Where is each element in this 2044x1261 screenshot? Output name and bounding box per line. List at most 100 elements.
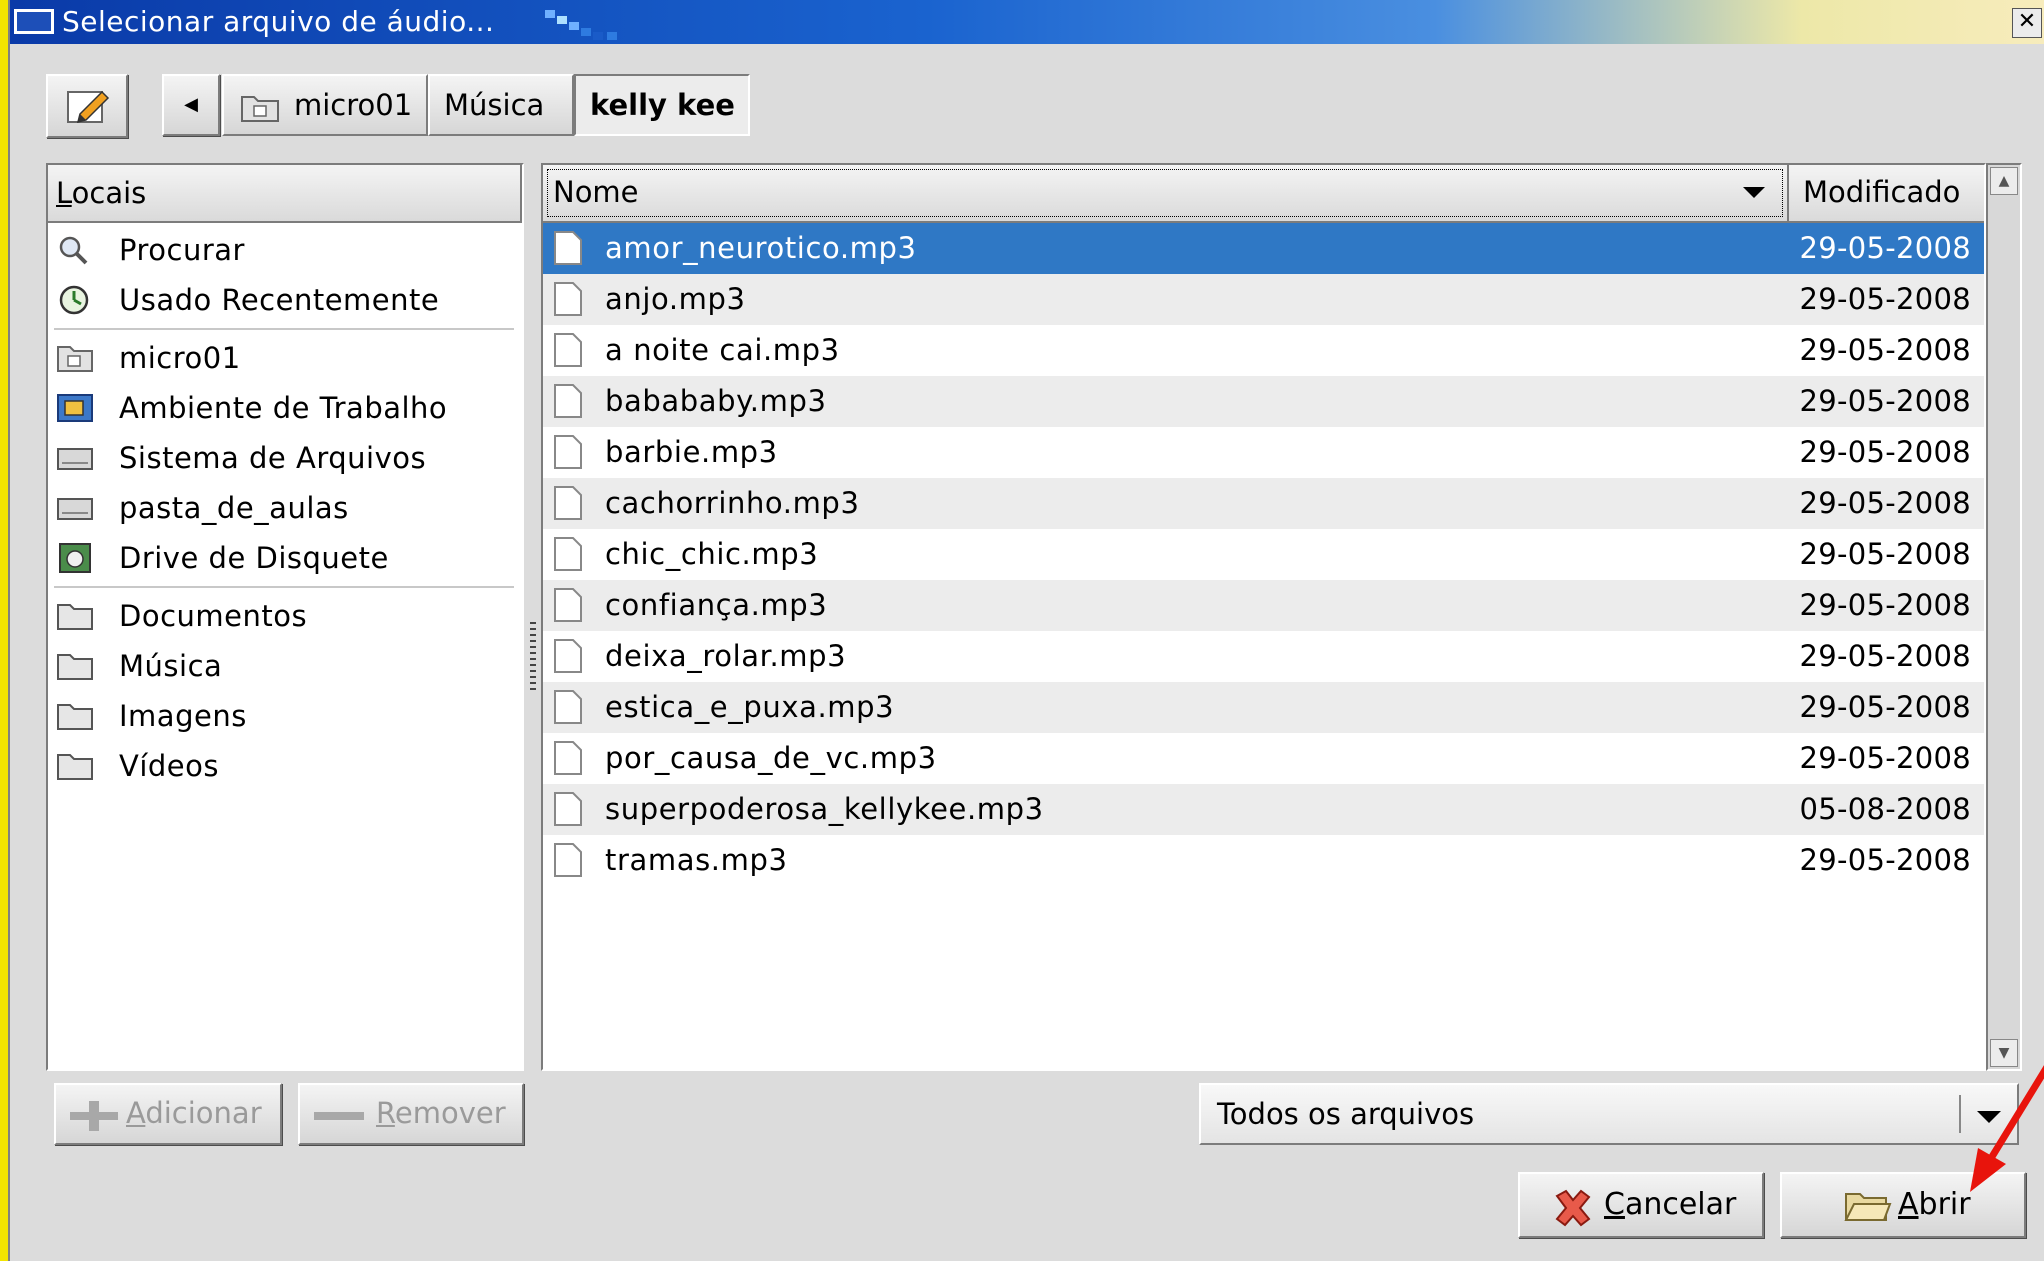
file-name: deixa_rolar.mp3 [605, 639, 847, 673]
file-row[interactable]: chic_chic.mp3 29-05-2008 [543, 529, 1984, 580]
place-imagens[interactable]: Imagens [48, 691, 522, 741]
place-documentos[interactable]: Documentos [48, 591, 522, 641]
focus-ring [547, 169, 1783, 217]
file-row[interactable]: tramas.mp3 29-05-2008 [543, 835, 1984, 886]
open-button-mnemonic: A [1898, 1187, 1919, 1222]
scroll-up-icon[interactable]: ▲ [1990, 167, 2018, 195]
file-date: 29-05-2008 [1799, 639, 1971, 673]
document-icon [554, 741, 582, 775]
floppy-icon [59, 543, 91, 573]
window-title: Selecionar arquivo de áudio... [62, 5, 495, 38]
file-row[interactable]: barbie.mp3 29-05-2008 [543, 427, 1984, 478]
document-icon [554, 792, 582, 826]
filter-selected-value: Todos os arquivos [1217, 1097, 1475, 1131]
place-musica[interactable]: Música [48, 641, 522, 691]
remove-button-label: emover [394, 1096, 506, 1130]
file-date: 29-05-2008 [1799, 537, 1971, 571]
pencil-icon [67, 90, 110, 124]
place-drive-de-disquete[interactable]: Drive de Disquete [48, 533, 522, 583]
places-panel: Locais Procurar Usado Recentemente micro… [46, 163, 524, 1071]
add-button-mnemonic: A [126, 1096, 146, 1130]
folder-icon [57, 654, 93, 680]
file-row[interactable]: superpoderosa_kellykee.mp3 05-08-2008 [543, 784, 1984, 835]
file-list: Nome Modificado amor_neurotico.mp3 29-05… [541, 163, 1986, 1071]
close-button[interactable]: ✕ [2012, 8, 2042, 38]
document-icon [554, 333, 582, 367]
file-date: 29-05-2008 [1799, 486, 1971, 520]
file-row[interactable]: por_causa_de_vc.mp3 29-05-2008 [543, 733, 1984, 784]
file-chooser-dialog: Selecionar arquivo de áudio... ✕ ◀ micro… [8, 0, 2044, 1261]
annotation-arrow-icon [1970, 1065, 2044, 1192]
titlebar-decoration-icon [545, 10, 617, 40]
file-row[interactable]: confiança.mp3 29-05-2008 [543, 580, 1984, 631]
place-procurar[interactable]: Procurar [48, 225, 522, 275]
file-date: 29-05-2008 [1799, 588, 1971, 622]
path-scroll-left-button[interactable]: ◀ [162, 74, 220, 136]
file-name: confiança.mp3 [605, 588, 828, 622]
place-label: Música [119, 649, 223, 683]
home-folder-icon [57, 346, 93, 372]
file-row[interactable]: cachorrinho.mp3 29-05-2008 [543, 478, 1984, 529]
remove-bookmark-button[interactable]: Remover [298, 1083, 524, 1145]
drive-icon [57, 448, 93, 470]
file-date: 05-08-2008 [1799, 792, 1971, 826]
minus-icon [314, 1112, 364, 1120]
document-icon [554, 843, 582, 877]
file-name: superpoderosa_kellykee.mp3 [605, 792, 1044, 826]
folder-icon [57, 704, 93, 730]
file-date: 29-05-2008 [1799, 231, 1971, 265]
file-date: 29-05-2008 [1799, 333, 1971, 367]
place-label: Procurar [119, 233, 245, 267]
file-row[interactable]: estica_e_puxa.mp3 29-05-2008 [543, 682, 1984, 733]
place-sistema-de-arquivos[interactable]: Sistema de Arquivos [48, 433, 522, 483]
document-icon [554, 384, 582, 418]
place-label: Ambiente de Trabalho [119, 391, 448, 425]
file-row[interactable]: deixa_rolar.mp3 29-05-2008 [543, 631, 1984, 682]
file-row[interactable]: anjo.mp3 29-05-2008 [543, 274, 1984, 325]
window-icon [14, 9, 54, 34]
vertical-scrollbar[interactable]: ▲ ▼ [1986, 163, 2022, 1071]
place-label: pasta_de_aulas [119, 491, 349, 525]
open-folder-icon [1844, 1193, 1892, 1221]
folder-icon [57, 604, 93, 630]
column-header-label: Modificado [1803, 175, 1961, 209]
place-pasta-de-aulas[interactable]: pasta_de_aulas [48, 483, 522, 533]
breadcrumb-musica[interactable]: Música [428, 74, 574, 136]
title-bar[interactable]: Selecionar arquivo de áudio... ✕ [10, 0, 2044, 44]
document-icon [554, 537, 582, 571]
file-type-filter-combo[interactable]: Todos os arquivos [1199, 1083, 2019, 1145]
pane-resize-handle[interactable] [530, 622, 536, 692]
desktop-icon [57, 394, 93, 422]
place-label: Documentos [119, 599, 308, 633]
breadcrumb-micro01[interactable]: micro01 [222, 74, 428, 136]
file-row[interactable]: babababy.mp3 29-05-2008 [543, 376, 1984, 427]
place-usado-recentemente[interactable]: Usado Recentemente [48, 275, 522, 325]
file-date: 29-05-2008 [1799, 690, 1971, 724]
column-header-name[interactable]: Nome [543, 165, 1789, 223]
document-icon [554, 435, 582, 469]
breadcrumb-label: Música [444, 88, 545, 122]
recent-icon [59, 285, 89, 315]
place-label: micro01 [119, 341, 241, 375]
place-videos[interactable]: Vídeos [48, 741, 522, 791]
file-row[interactable]: amor_neurotico.mp3 29-05-2008 [543, 223, 1984, 274]
document-icon [554, 231, 582, 265]
cancel-button[interactable]: Cancelar [1518, 1172, 1764, 1238]
add-button-label: dicionar [145, 1096, 262, 1130]
place-micro01[interactable]: micro01 [48, 333, 522, 383]
column-header-modified[interactable]: Modificado [1789, 165, 1984, 223]
type-location-button[interactable] [46, 74, 128, 138]
place-ambiente-de-trabalho[interactable]: Ambiente de Trabalho [48, 383, 522, 433]
places-separator [54, 328, 514, 330]
file-name: a noite cai.mp3 [605, 333, 840, 367]
cancel-button-label: ancelar [1624, 1187, 1737, 1222]
file-row[interactable]: a noite cai.mp3 29-05-2008 [543, 325, 1984, 376]
place-label: Sistema de Arquivos [119, 441, 427, 475]
breadcrumb-kelly-kee[interactable]: kelly kee [574, 74, 750, 136]
places-header-mnemonic: L [56, 176, 72, 210]
file-name: chic_chic.mp3 [605, 537, 819, 571]
places-header[interactable]: Locais [48, 165, 522, 223]
home-folder-icon [241, 96, 279, 122]
add-bookmark-button[interactable]: Adicionar [54, 1083, 282, 1145]
place-label: Vídeos [119, 749, 219, 783]
